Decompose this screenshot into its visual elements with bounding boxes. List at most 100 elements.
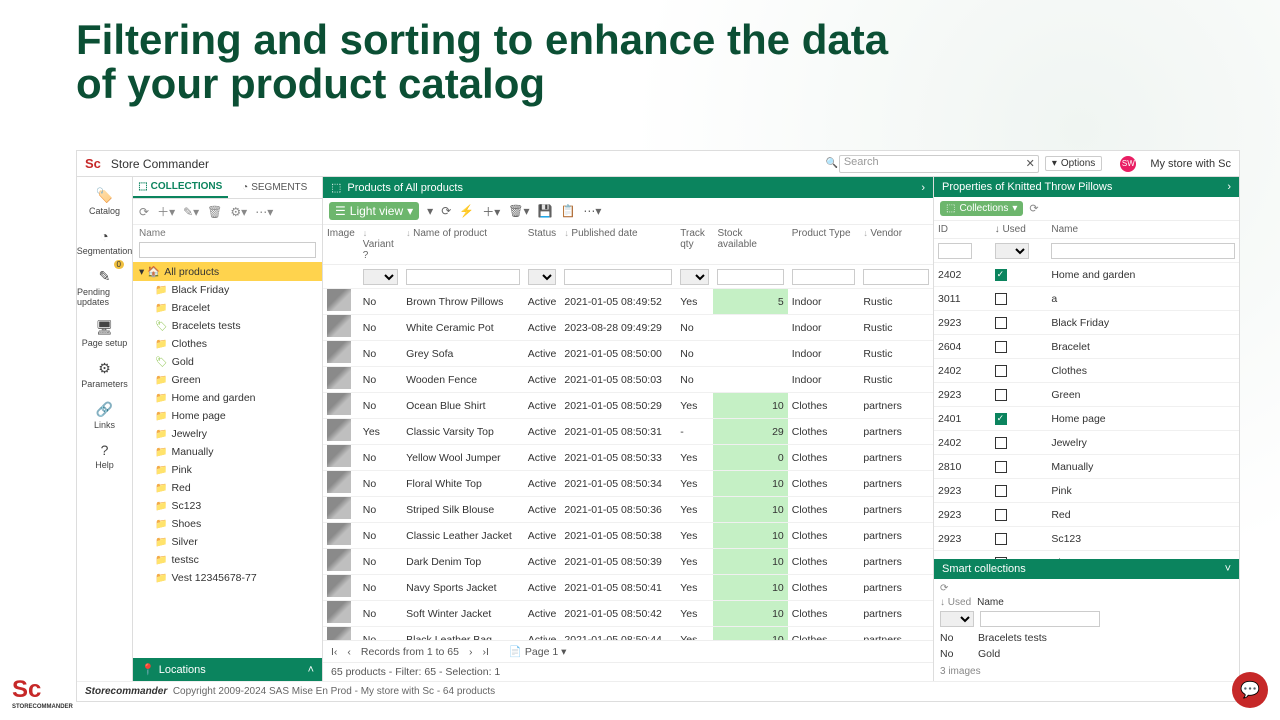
col-published-date[interactable]: Published date xyxy=(560,225,676,265)
smart-collections-header[interactable]: Smart collections˅ xyxy=(934,559,1239,579)
tree-item[interactable]: 📁 Manually xyxy=(133,443,322,461)
checkbox[interactable] xyxy=(995,509,1007,521)
checkbox[interactable] xyxy=(995,341,1007,353)
paste-icon[interactable]: 📋 xyxy=(560,204,575,218)
tree-filter-input[interactable] xyxy=(139,242,316,258)
trash-icon[interactable]: 🗑 xyxy=(207,205,222,219)
clear-search-icon[interactable]: ✕ xyxy=(1026,157,1035,170)
nav-segmentation[interactable]: ◔Segmentation xyxy=(77,224,132,260)
table-row[interactable]: NoYellow Wool JumperActive2021-01-05 08:… xyxy=(323,445,933,471)
options-button[interactable]: ▾ Options xyxy=(1045,156,1103,171)
prev-page-icon[interactable]: ‹ xyxy=(347,646,351,658)
table-row[interactable]: NoClassic Leather JacketActive2021-01-05… xyxy=(323,523,933,549)
more-icon[interactable]: ⋯▾ xyxy=(255,205,273,219)
tree-item[interactable]: 📁 Pink xyxy=(133,461,322,479)
col-product-type[interactable]: Product Type xyxy=(788,225,860,265)
table-row[interactable]: NoWooden FenceActive2021-01-05 08:50:03N… xyxy=(323,367,933,393)
tree-item[interactable]: 📁 Shoes xyxy=(133,515,322,533)
col-status[interactable]: Status xyxy=(524,225,561,265)
checkbox[interactable] xyxy=(995,269,1007,281)
collection-row[interactable]: 2402Clothes xyxy=(934,359,1239,383)
tree-item[interactable]: 🏷 Gold xyxy=(133,353,322,371)
collection-row[interactable]: 2402Home and garden xyxy=(934,263,1239,287)
tree-item[interactable]: 🏷 Bracelets tests xyxy=(133,317,322,335)
table-row[interactable]: YesClassic Varsity TopActive2021-01-05 0… xyxy=(323,419,933,445)
table-row[interactable]: NoBrown Throw PillowsActive2021-01-05 08… xyxy=(323,289,933,315)
nav-parameters[interactable]: ⚙Parameters xyxy=(77,356,132,393)
tree-item[interactable]: 📁 Clothes xyxy=(133,335,322,353)
collection-row[interactable]: 2923Red xyxy=(934,503,1239,527)
tree-item[interactable]: 📁 Red xyxy=(133,479,322,497)
table-row[interactable]: NoBlack Leather BagActive2021-01-05 08:5… xyxy=(323,627,933,641)
refresh-icon[interactable]: ⟳ xyxy=(940,583,1233,594)
first-page-icon[interactable]: I‹ xyxy=(331,646,337,658)
col-vendor[interactable]: Vendor xyxy=(859,225,933,265)
collections-button[interactable]: ⬚ Collections ▾ xyxy=(940,201,1023,216)
table-row[interactable]: NoStriped Silk BlouseActive2021-01-05 08… xyxy=(323,497,933,523)
checkbox[interactable] xyxy=(995,485,1007,497)
col-track-qty[interactable]: Track qty xyxy=(676,225,713,265)
tree-item[interactable]: 📁 Jewelry xyxy=(133,425,322,443)
collection-row[interactable]: 2604Bracelet xyxy=(934,335,1239,359)
save-icon[interactable]: 💾 xyxy=(538,204,553,218)
nav-links[interactable]: 🔗Links xyxy=(77,397,132,434)
table-row[interactable]: NoWhite Ceramic PotActive2023-08-28 09:4… xyxy=(323,315,933,341)
smart-row[interactable]: NoBracelets tests xyxy=(940,630,1233,646)
nav-page-setup[interactable]: 🖥Page setup xyxy=(77,315,132,352)
collection-row[interactable]: 2810Manually xyxy=(934,455,1239,479)
light-view-button[interactable]: ☰ Light view ▾ xyxy=(329,202,419,220)
collection-row[interactable]: 2923Green xyxy=(934,383,1239,407)
collection-row[interactable]: 2923Pink xyxy=(934,479,1239,503)
col-stock-available[interactable]: Stock available xyxy=(713,225,787,265)
table-row[interactable]: NoDark Denim TopActive2021-01-05 08:50:3… xyxy=(323,549,933,575)
checkbox[interactable] xyxy=(995,533,1007,545)
last-page-icon[interactable]: ›I xyxy=(482,646,488,658)
refresh-icon[interactable]: ⟳ xyxy=(441,204,451,218)
checkbox[interactable] xyxy=(995,293,1007,305)
chat-bubble-icon[interactable]: 💬 xyxy=(1232,672,1268,708)
collection-row[interactable]: 2401Home page xyxy=(934,407,1239,431)
refresh-icon[interactable]: ⟳ xyxy=(139,205,149,219)
tab-segments[interactable]: ◔ SEGMENTS xyxy=(228,177,323,198)
search-input[interactable]: Search ✕ xyxy=(839,155,1039,173)
collection-row[interactable]: 2409Shoes xyxy=(934,551,1239,560)
collection-row[interactable]: 2923Black Friday xyxy=(934,311,1239,335)
nav-pending-updates[interactable]: ✎Pending updates xyxy=(77,264,132,311)
table-row[interactable]: NoSoft Winter JacketActive2021-01-05 08:… xyxy=(323,601,933,627)
tab-collections[interactable]: ⬚ COLLECTIONS xyxy=(133,177,228,198)
checkbox[interactable] xyxy=(995,317,1007,329)
edit-icon[interactable]: ✎▾ xyxy=(183,205,199,219)
table-row[interactable]: NoGrey SofaActive2021-01-05 08:50:00NoIn… xyxy=(323,341,933,367)
nav-catalog[interactable]: 🏷️Catalog xyxy=(77,183,132,220)
checkbox[interactable] xyxy=(995,365,1007,377)
avatar[interactable]: SW xyxy=(1120,156,1136,172)
refresh-icon[interactable]: ⟳ xyxy=(1029,202,1038,215)
checkbox[interactable] xyxy=(995,389,1007,401)
tree-root[interactable]: ▾ 🏠 All products xyxy=(133,262,322,281)
next-page-icon[interactable]: › xyxy=(469,646,473,658)
tree-item[interactable]: 📁 Sc123 xyxy=(133,497,322,515)
tree-item[interactable]: 📁 Silver xyxy=(133,533,322,551)
tree-item[interactable]: 📁 Home page xyxy=(133,407,322,425)
trash-icon[interactable]: 🗑▾ xyxy=(508,204,529,218)
table-row[interactable]: NoOcean Blue ShirtActive2021-01-05 08:50… xyxy=(323,393,933,419)
collection-row[interactable]: 2923Sc123 xyxy=(934,527,1239,551)
nav-help[interactable]: ?Help xyxy=(77,438,132,474)
add-icon[interactable]: ＋▾ xyxy=(157,203,175,220)
smart-row[interactable]: NoGold xyxy=(940,646,1233,662)
tree-item[interactable]: 📁 Home and garden xyxy=(133,389,322,407)
tree-item[interactable]: 📁 Vest 12345678-77 xyxy=(133,569,322,587)
tree-item[interactable]: 📁 Bracelet xyxy=(133,299,322,317)
collapse-icon[interactable]: › xyxy=(921,182,925,194)
collection-row[interactable]: 2402Jewelry xyxy=(934,431,1239,455)
checkbox[interactable] xyxy=(995,437,1007,449)
table-row[interactable]: NoNavy Sports JacketActive2021-01-05 08:… xyxy=(323,575,933,601)
tree-item[interactable]: 📁 testsc xyxy=(133,551,322,569)
checkbox[interactable] xyxy=(995,461,1007,473)
bolt-icon[interactable]: ⚡ xyxy=(459,204,474,218)
col-name-of-product[interactable]: Name of product xyxy=(402,225,524,265)
collection-row[interactable]: 3011a xyxy=(934,287,1239,311)
more-icon[interactable]: ⋯▾ xyxy=(583,204,601,218)
locations-panel[interactable]: 📍 Locations˄ xyxy=(133,658,322,681)
gear-icon[interactable]: ⚙▾ xyxy=(230,205,247,219)
